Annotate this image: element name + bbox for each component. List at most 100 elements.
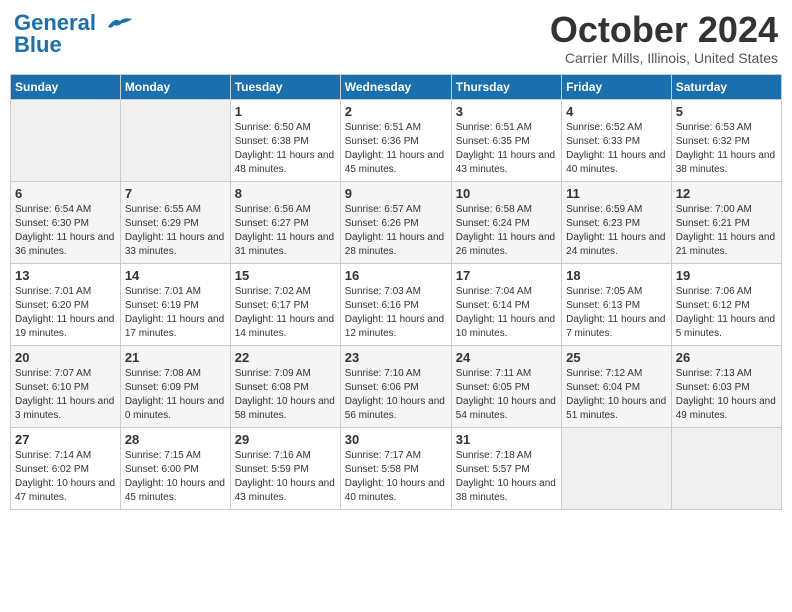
table-row: 1 Sunrise: 6:50 AMSunset: 6:38 PMDaylight…	[230, 99, 340, 181]
table-row: 13 Sunrise: 7:01 AMSunset: 6:20 PMDayligh…	[11, 263, 121, 345]
day-number: 18	[566, 268, 667, 283]
day-number: 8	[235, 186, 336, 201]
day-info: Sunrise: 7:03 AMSunset: 6:16 PMDaylight:…	[345, 285, 447, 341]
day-info: Sunrise: 7:04 AMSunset: 6:14 PMDaylight:…	[456, 285, 557, 341]
day-info: Sunrise: 7:06 AMSunset: 6:12 PMDaylight:…	[676, 285, 777, 341]
day-info: Sunrise: 6:52 AMSunset: 6:33 PMDaylight:…	[566, 121, 667, 177]
table-row: 18 Sunrise: 7:05 AMSunset: 6:13 PMDayligh…	[562, 263, 672, 345]
col-wednesday: Wednesday	[340, 74, 451, 99]
day-number: 29	[235, 432, 336, 447]
day-number: 14	[125, 268, 226, 283]
table-row: 8 Sunrise: 6:56 AMSunset: 6:27 PMDaylight…	[230, 181, 340, 263]
day-info: Sunrise: 7:11 AMSunset: 6:05 PMDaylight:…	[456, 367, 557, 423]
day-number: 10	[456, 186, 557, 201]
day-number: 13	[15, 268, 116, 283]
col-tuesday: Tuesday	[230, 74, 340, 99]
day-info: Sunrise: 6:50 AMSunset: 6:38 PMDaylight:…	[235, 121, 336, 177]
day-info: Sunrise: 7:08 AMSunset: 6:09 PMDaylight:…	[125, 367, 226, 423]
table-row: 2Sunrise: 6:51 AMSunset: 6:36 PMDaylight…	[340, 99, 451, 181]
day-info: Sunrise: 7:02 AMSunset: 6:17 PMDaylight:…	[235, 285, 336, 341]
day-info: Sunrise: 7:18 AMSunset: 5:57 PMDaylight:…	[456, 449, 557, 505]
day-info: Sunrise: 6:58 AMSunset: 6:24 PMDaylight:…	[456, 203, 557, 259]
day-info: Sunrise: 7:00 AMSunset: 6:21 PMDaylight:…	[676, 203, 777, 259]
day-number: 28	[125, 432, 226, 447]
table-row: 16Sunrise: 7:03 AMSunset: 6:16 PMDayligh…	[340, 263, 451, 345]
table-row: 20Sunrise: 7:07 AMSunset: 6:10 PMDayligh…	[11, 345, 121, 427]
day-number: 31	[456, 432, 557, 447]
day-info: Sunrise: 6:57 AMSunset: 6:26 PMDaylight:…	[345, 203, 447, 259]
table-row: 14 Sunrise: 7:01 AMSunset: 6:19 PMDayligh…	[120, 263, 230, 345]
day-number: 1	[235, 104, 336, 119]
calendar-week-row: 13 Sunrise: 7:01 AMSunset: 6:20 PMDayligh…	[11, 263, 782, 345]
day-info: Sunrise: 7:13 AMSunset: 6:03 PMDaylight:…	[676, 367, 777, 423]
table-row: 27Sunrise: 7:14 AMSunset: 6:02 PMDayligh…	[11, 427, 121, 509]
calendar-week-row: 1 Sunrise: 6:50 AMSunset: 6:38 PMDaylight…	[11, 99, 782, 181]
day-info: Sunrise: 7:01 AMSunset: 6:19 PMDaylight:…	[125, 285, 226, 341]
day-number: 12	[676, 186, 777, 201]
day-number: 23	[345, 350, 447, 365]
day-info: Sunrise: 7:10 AMSunset: 6:06 PMDaylight:…	[345, 367, 447, 423]
day-number: 21	[125, 350, 226, 365]
logo-blue: Blue	[14, 32, 62, 58]
day-number: 24	[456, 350, 557, 365]
day-info: Sunrise: 7:16 AMSunset: 5:59 PMDaylight:…	[235, 449, 336, 505]
day-info: Sunrise: 6:56 AMSunset: 6:27 PMDaylight:…	[235, 203, 336, 259]
table-row	[120, 99, 230, 181]
table-row: 4 Sunrise: 6:52 AMSunset: 6:33 PMDaylight…	[562, 99, 672, 181]
day-number: 7	[125, 186, 226, 201]
table-row	[671, 427, 781, 509]
day-number: 22	[235, 350, 336, 365]
day-info: Sunrise: 6:54 AMSunset: 6:30 PMDaylight:…	[15, 203, 116, 259]
table-row: 10 Sunrise: 6:58 AMSunset: 6:24 PMDayligh…	[451, 181, 561, 263]
day-number: 11	[566, 186, 667, 201]
day-info: Sunrise: 6:55 AMSunset: 6:29 PMDaylight:…	[125, 203, 226, 259]
table-row: 17 Sunrise: 7:04 AMSunset: 6:14 PMDayligh…	[451, 263, 561, 345]
table-row: 9 Sunrise: 6:57 AMSunset: 6:26 PMDaylight…	[340, 181, 451, 263]
table-row: 6 Sunrise: 6:54 AMSunset: 6:30 PMDaylight…	[11, 181, 121, 263]
day-number: 4	[566, 104, 667, 119]
day-number: 6	[15, 186, 116, 201]
logo-bird-icon	[104, 15, 132, 33]
day-info: Sunrise: 7:17 AMSunset: 5:58 PMDaylight:…	[345, 449, 447, 505]
logo: General Blue	[14, 10, 132, 58]
table-row	[11, 99, 121, 181]
day-info: Sunrise: 6:59 AMSunset: 6:23 PMDaylight:…	[566, 203, 667, 259]
page-header: General Blue October 2024 Carrier Mills,…	[10, 10, 782, 66]
col-monday: Monday	[120, 74, 230, 99]
table-row: 25Sunrise: 7:12 AMSunset: 6:04 PMDayligh…	[562, 345, 672, 427]
day-number: 9	[345, 186, 447, 201]
col-friday: Friday	[562, 74, 672, 99]
table-row: 19 Sunrise: 7:06 AMSunset: 6:12 PMDayligh…	[671, 263, 781, 345]
col-sunday: Sunday	[11, 74, 121, 99]
col-saturday: Saturday	[671, 74, 781, 99]
table-row: 21 Sunrise: 7:08 AMSunset: 6:09 PMDayligh…	[120, 345, 230, 427]
table-row: 23 Sunrise: 7:10 AMSunset: 6:06 PMDayligh…	[340, 345, 451, 427]
day-number: 17	[456, 268, 557, 283]
day-info: Sunrise: 7:15 AMSunset: 6:00 PMDaylight:…	[125, 449, 226, 505]
day-info: Sunrise: 7:12 AMSunset: 6:04 PMDaylight:…	[566, 367, 667, 423]
day-info: Sunrise: 7:01 AMSunset: 6:20 PMDaylight:…	[15, 285, 116, 341]
col-thursday: Thursday	[451, 74, 561, 99]
table-row: 12 Sunrise: 7:00 AMSunset: 6:21 PMDayligh…	[671, 181, 781, 263]
day-info: Sunrise: 7:05 AMSunset: 6:13 PMDaylight:…	[566, 285, 667, 341]
table-row	[562, 427, 672, 509]
calendar-week-row: 6 Sunrise: 6:54 AMSunset: 6:30 PMDaylight…	[11, 181, 782, 263]
calendar-week-row: 20Sunrise: 7:07 AMSunset: 6:10 PMDayligh…	[11, 345, 782, 427]
day-info: Sunrise: 6:53 AMSunset: 6:32 PMDaylight:…	[676, 121, 777, 177]
day-number: 5	[676, 104, 777, 119]
day-number: 20	[15, 350, 116, 365]
day-info: Sunrise: 6:51 AMSunset: 6:35 PMDaylight:…	[456, 121, 557, 177]
table-row: 15 Sunrise: 7:02 AMSunset: 6:17 PMDayligh…	[230, 263, 340, 345]
day-number: 3	[456, 104, 557, 119]
table-row: 24 Sunrise: 7:11 AMSunset: 6:05 PMDayligh…	[451, 345, 561, 427]
day-number: 26	[676, 350, 777, 365]
month-title: October 2024	[550, 10, 778, 50]
day-number: 15	[235, 268, 336, 283]
table-row: 7 Sunrise: 6:55 AMSunset: 6:29 PMDaylight…	[120, 181, 230, 263]
calendar-week-row: 27Sunrise: 7:14 AMSunset: 6:02 PMDayligh…	[11, 427, 782, 509]
day-number: 2	[345, 104, 447, 119]
table-row: 11 Sunrise: 6:59 AMSunset: 6:23 PMDayligh…	[562, 181, 672, 263]
day-number: 19	[676, 268, 777, 283]
day-number: 30	[345, 432, 447, 447]
table-row: 30 Sunrise: 7:17 AMSunset: 5:58 PMDayligh…	[340, 427, 451, 509]
